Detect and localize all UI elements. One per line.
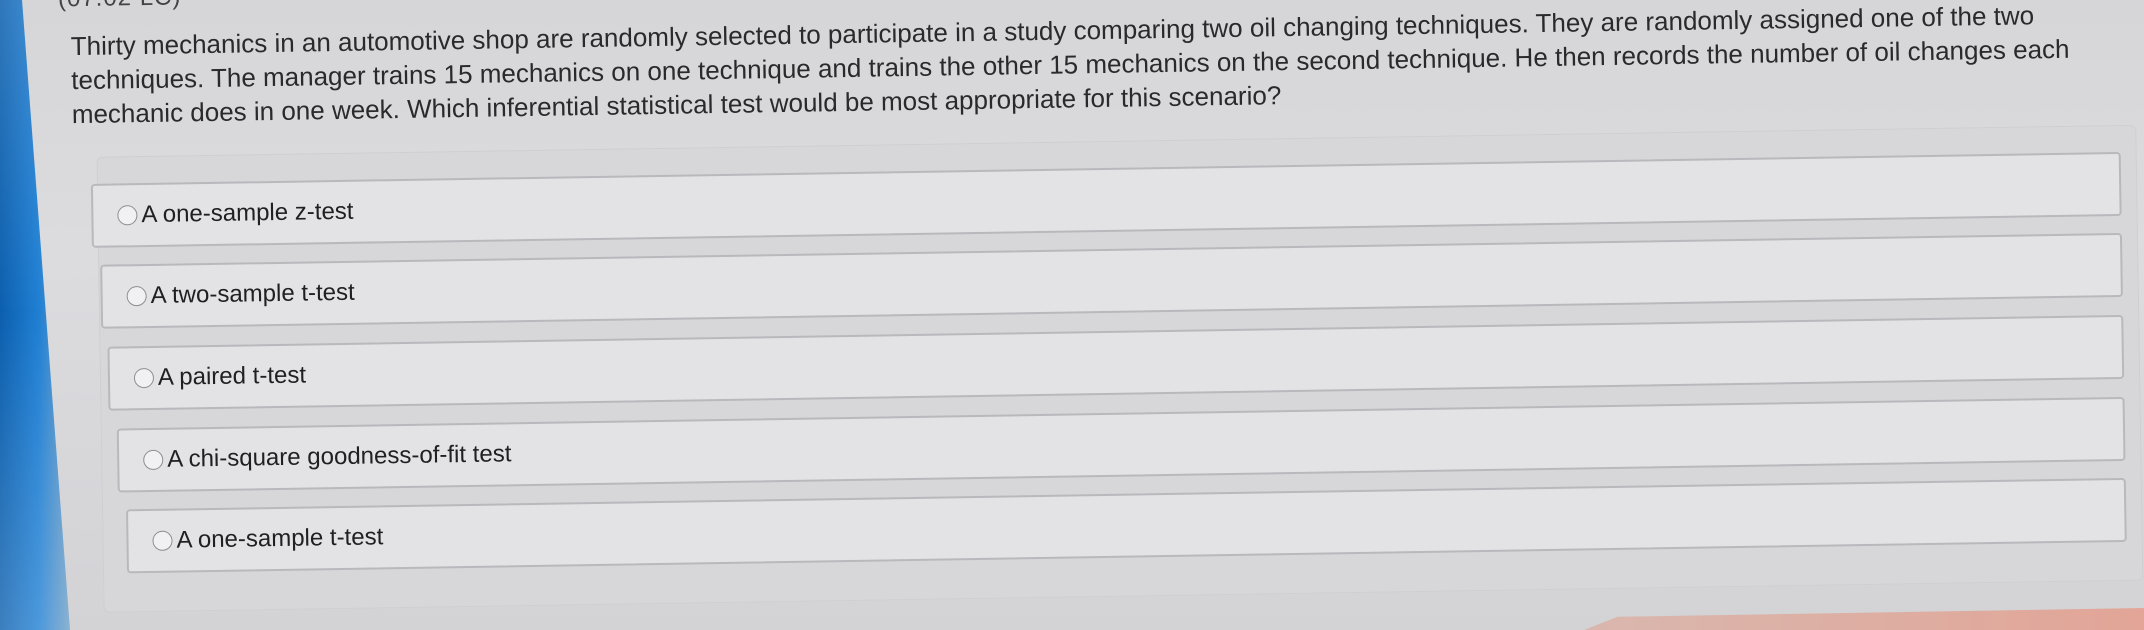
- answer-option-label: A one-sample z-test: [141, 197, 354, 229]
- radio-button-icon[interactable]: [152, 530, 173, 551]
- answer-option-label: A chi-square goodness-of-fit test: [167, 440, 512, 473]
- radio-button-icon[interactable]: [133, 367, 155, 389]
- bottom-edge-decoration: [1584, 608, 2144, 630]
- radio-button-icon[interactable]: [143, 449, 164, 471]
- question-text: Thirty mechanics in an automotive shop a…: [70, 0, 2070, 130]
- quiz-screen: (07.02 LC) Thirty mechanics in an automo…: [18, 0, 2144, 630]
- answer-option-label: A paired t-test: [157, 361, 307, 391]
- radio-button-icon[interactable]: [117, 205, 138, 226]
- answer-option-label: A one-sample t-test: [176, 523, 384, 554]
- question-header-fragment: (07.02 LC): [58, 0, 182, 13]
- radio-button-icon[interactable]: [126, 286, 147, 307]
- answer-option-label: A two-sample t-test: [150, 278, 355, 309]
